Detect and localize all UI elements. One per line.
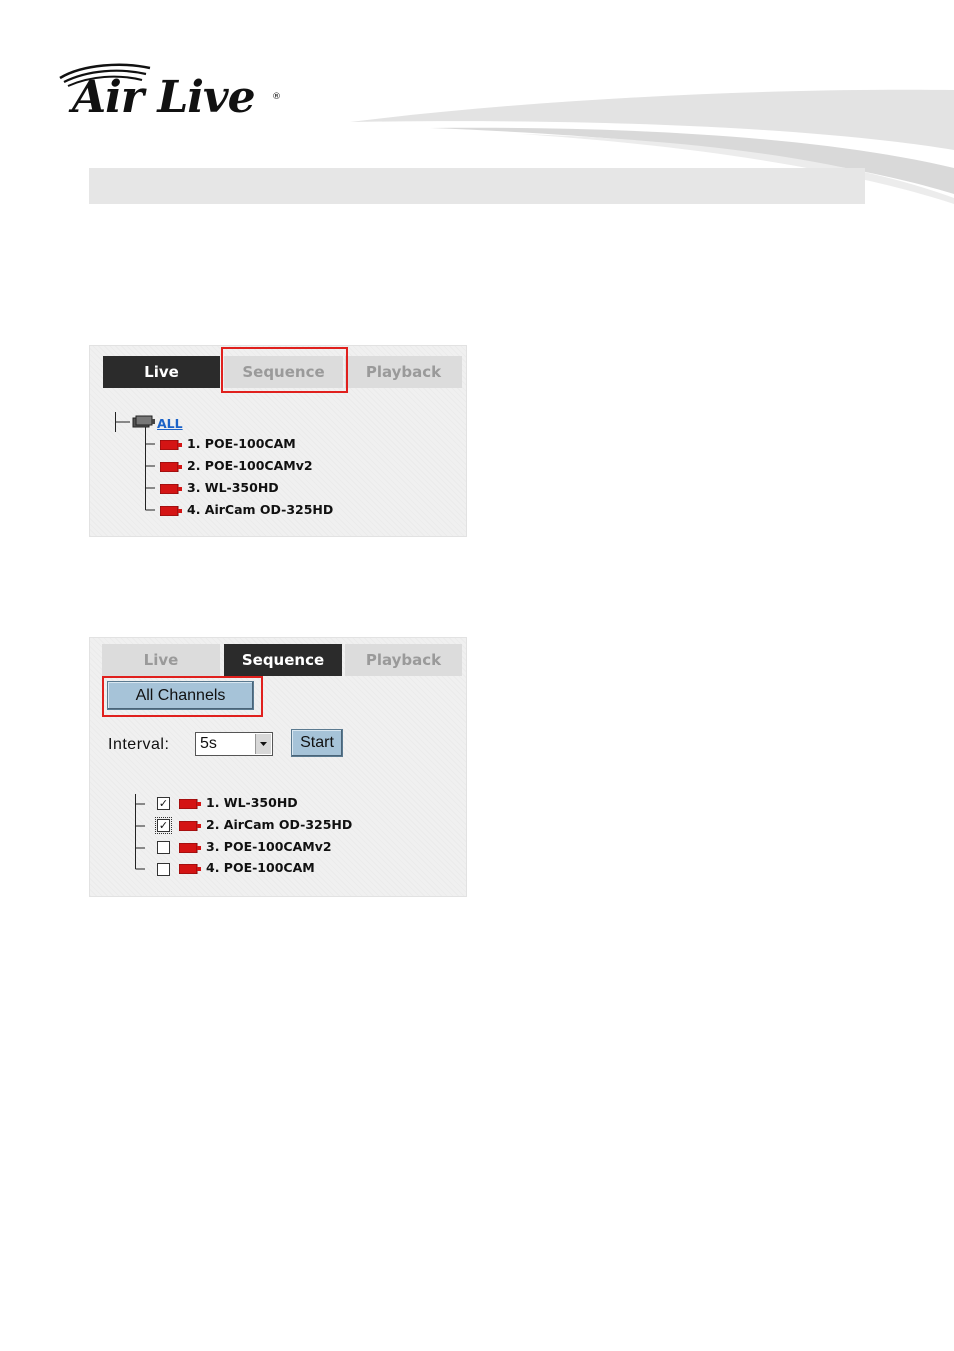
camera-icon (179, 863, 201, 874)
camera-list-item[interactable]: 3. POE-100CAMv2 (179, 837, 332, 857)
interval-select-value: 5s (200, 735, 217, 752)
camera-icon (160, 461, 182, 472)
camera-list-item[interactable]: 1. POE-100CAM (160, 434, 296, 454)
all-cameras-link[interactable]: ALL (157, 416, 183, 431)
camera-icon (179, 842, 201, 853)
airlive-logo: Air Live (72, 72, 256, 123)
camera-icon (160, 483, 182, 494)
tab-sequence[interactable]: Sequence (224, 644, 342, 676)
tree-lines (135, 794, 145, 870)
tab-playback[interactable]: Playback (345, 356, 462, 388)
camera-icon (179, 798, 201, 809)
camera-group-icon (132, 415, 155, 428)
header-band (89, 168, 865, 204)
tab-live[interactable]: Live (103, 356, 220, 388)
interval-label: Interval: (108, 736, 170, 753)
tab-playback[interactable]: Playback (345, 644, 462, 676)
camera-list-item[interactable]: 2. AirCam OD-325HD (179, 815, 352, 835)
all-channels-highlight (102, 676, 263, 717)
camera-checkbox[interactable] (157, 841, 170, 854)
chevron-down-icon[interactable] (255, 734, 271, 754)
camera-icon (179, 820, 201, 831)
camera-icon (160, 439, 182, 450)
camera-list-item[interactable]: 4. POE-100CAM (179, 858, 315, 878)
start-button[interactable]: Start (291, 729, 343, 757)
registered-mark: ® (272, 92, 281, 102)
interval-select[interactable]: 5s (195, 732, 273, 756)
camera-list-item[interactable]: 1. WL-350HD (179, 793, 298, 813)
camera-list-item[interactable]: 4. AirCam OD-325HD (160, 500, 333, 520)
camera-checkbox[interactable]: ✓ (155, 817, 172, 834)
sequence-tab-highlight (221, 347, 348, 393)
camera-checkbox[interactable] (157, 863, 170, 876)
camera-list-item[interactable]: 2. POE-100CAMv2 (160, 456, 313, 476)
tab-live[interactable]: Live (102, 644, 220, 676)
camera-checkbox[interactable]: ✓ (157, 797, 170, 810)
camera-icon (160, 505, 182, 516)
camera-list-item[interactable]: 3. WL-350HD (160, 478, 279, 498)
